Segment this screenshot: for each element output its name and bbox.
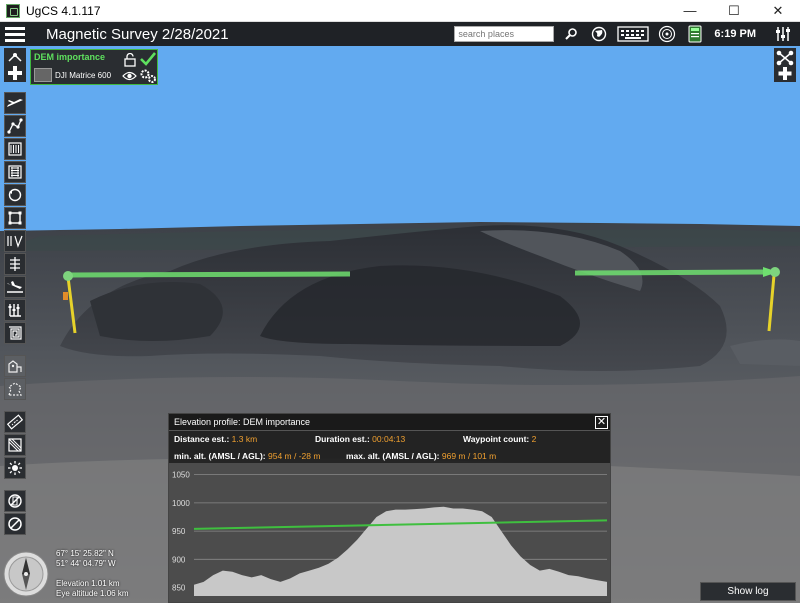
sun-icon bbox=[8, 461, 22, 475]
min-alt-label: min. alt. (AMSL / AGL): bbox=[174, 451, 266, 461]
latitude: 67° 15' 25.82" N bbox=[56, 549, 114, 558]
unlock-icon[interactable] bbox=[123, 53, 137, 67]
duration-stat: Duration est.: 00:04:13 bbox=[315, 434, 405, 444]
elevation-chart: 1050 1000 950 900 850 bbox=[169, 463, 610, 602]
route-name: DEM importance bbox=[34, 52, 106, 62]
terrain-icon bbox=[8, 438, 22, 452]
min-alt-stat: min. alt. (AMSL / AGL): 954 m / -28 m bbox=[174, 451, 320, 461]
route-vehicle: DJI Matrice 600 bbox=[55, 71, 112, 80]
geofence-tool-button[interactable] bbox=[4, 378, 26, 400]
waypoint-count-stat: Waypoint count: 2 bbox=[463, 434, 536, 444]
photogrammetry-icon bbox=[8, 165, 22, 179]
vehicle-thumbnail bbox=[34, 68, 52, 82]
area-scan-tool-button[interactable] bbox=[4, 138, 26, 160]
route-card[interactable]: DEM importance DJI Matrice 600 bbox=[30, 49, 158, 85]
mission-title: Magnetic Survey 2/28/2021 bbox=[46, 25, 229, 43]
takeoff-tool-button[interactable] bbox=[4, 92, 26, 114]
maximize-button[interactable]: ☐ bbox=[712, 0, 756, 22]
search-icon[interactable] bbox=[560, 23, 582, 45]
max-alt-label: max. alt. (AMSL / AGL): bbox=[346, 451, 440, 461]
photogrammetry-tool-button[interactable] bbox=[4, 161, 26, 183]
spiral-icon bbox=[9, 326, 22, 340]
cursor-coordinates: 67° 15' 25.82" N 51° 44' 04.79" W bbox=[56, 549, 116, 569]
sun-tool-button[interactable] bbox=[4, 457, 26, 479]
geofence-icon bbox=[8, 382, 22, 396]
ruler-icon bbox=[7, 414, 23, 430]
circle-tool-button[interactable] bbox=[4, 184, 26, 206]
y-tick-label: 900 bbox=[172, 555, 186, 564]
elevation-panel-close-button[interactable]: ✕ bbox=[595, 416, 608, 429]
spiral-tool-button[interactable] bbox=[4, 322, 26, 344]
distance-stat: Distance est.: 1.3 km bbox=[174, 434, 257, 444]
corridor-tool-button[interactable] bbox=[4, 230, 26, 252]
left-toolbar bbox=[4, 92, 26, 535]
perimeter-icon bbox=[8, 211, 22, 225]
adsb-icon[interactable] bbox=[656, 23, 678, 45]
clear-button[interactable] bbox=[4, 513, 26, 535]
eye-altitude-readout: Eye altitude 1.06 km bbox=[56, 589, 129, 598]
app-topbar: Magnetic Survey 2/28/2021 6:19 PM bbox=[0, 22, 800, 46]
landing-icon bbox=[7, 281, 23, 293]
no-fly-icon bbox=[8, 494, 22, 508]
nfz-icon bbox=[8, 360, 22, 373]
window-title: UgCS 4.1.117 bbox=[26, 3, 101, 18]
clock: 6:19 PM bbox=[714, 28, 756, 40]
airplane-icon bbox=[7, 99, 23, 107]
main-menu-button[interactable] bbox=[0, 22, 30, 46]
area-scan-icon bbox=[8, 142, 22, 156]
vertical-scan-tool-button[interactable] bbox=[4, 299, 26, 321]
minimize-button[interactable]: — bbox=[668, 0, 712, 22]
no-fly-toggle-button[interactable] bbox=[4, 490, 26, 512]
y-tick-label: 1050 bbox=[172, 471, 190, 480]
close-button[interactable]: ✕ bbox=[756, 0, 800, 22]
perimeter-tool-button[interactable] bbox=[4, 207, 26, 229]
checkmark-icon[interactable] bbox=[139, 51, 157, 67]
min-alt-value: 954 m / -28 m bbox=[267, 451, 321, 461]
prohibited-icon bbox=[8, 517, 22, 531]
search-input[interactable] bbox=[454, 26, 555, 42]
corridor-icon bbox=[7, 235, 23, 248]
duration-label: Duration est.: bbox=[315, 434, 370, 444]
elevation-panel-header: Elevation profile: DEM importance ✕ bbox=[169, 414, 610, 431]
show-log-button[interactable]: Show log bbox=[700, 582, 796, 601]
device-status-icon[interactable] bbox=[684, 23, 706, 45]
waypoint-path-icon bbox=[7, 118, 23, 134]
app-icon bbox=[6, 3, 20, 18]
elevation-info: Elevation 1.01 km Eye altitude 1.06 km bbox=[56, 579, 128, 599]
waypoint-count-value: 2 bbox=[531, 434, 537, 444]
distance-label: Distance est.: bbox=[174, 434, 230, 444]
waypoint-tool-button[interactable] bbox=[4, 115, 26, 137]
nfz-tool-button[interactable] bbox=[4, 355, 26, 377]
gears-icon[interactable] bbox=[139, 68, 157, 84]
keyboard-icon[interactable] bbox=[616, 23, 650, 45]
waypoint-count-label: Waypoint count: bbox=[463, 434, 530, 444]
elevation-profile-panel: Elevation profile: DEM importance ✕ Dist… bbox=[168, 413, 611, 603]
max-alt-stat: max. alt. (AMSL / AGL): 969 m / 101 m bbox=[346, 451, 496, 461]
globe-icon[interactable] bbox=[588, 23, 610, 45]
elevation-panel-title: Elevation profile: DEM importance bbox=[174, 417, 311, 427]
terrain-tool-button[interactable] bbox=[4, 434, 26, 456]
window-titlebar: UgCS 4.1.117 — ☐ ✕ bbox=[0, 0, 800, 22]
add-vehicle-button[interactable] bbox=[774, 48, 796, 82]
facade-scan-tool-button[interactable] bbox=[4, 253, 26, 275]
vertical-scan-icon bbox=[8, 304, 21, 317]
compass[interactable] bbox=[2, 550, 50, 598]
distance-value: 1.3 km bbox=[231, 434, 258, 444]
ruler-tool-button[interactable] bbox=[4, 411, 26, 433]
y-tick-label: 1000 bbox=[172, 499, 190, 508]
max-alt-value: 969 m / 101 m bbox=[441, 451, 497, 461]
facade-scan-icon bbox=[10, 257, 20, 271]
circle-path-icon bbox=[8, 188, 22, 202]
elevation-readout: Elevation 1.01 km bbox=[56, 579, 120, 588]
add-route-button[interactable] bbox=[4, 48, 26, 82]
settings-sliders-icon[interactable] bbox=[772, 23, 794, 45]
y-tick-label: 850 bbox=[172, 584, 186, 593]
longitude: 51° 44' 04.79" W bbox=[56, 559, 116, 568]
eye-icon[interactable] bbox=[122, 70, 137, 82]
terrain-area bbox=[194, 506, 607, 596]
y-tick-label: 950 bbox=[172, 527, 186, 536]
duration-value: 00:04:13 bbox=[372, 434, 406, 444]
landing-tool-button[interactable] bbox=[4, 276, 26, 298]
